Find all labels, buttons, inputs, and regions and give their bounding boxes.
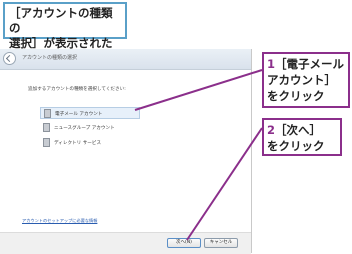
option-email-account[interactable]: 電子メール アカウント <box>40 107 140 119</box>
dialog-title: アカウントの種類の選択 <box>22 55 78 61</box>
directory-service-icon <box>43 138 50 147</box>
step-2-line-1: 2［次へ］ <box>267 122 337 138</box>
step-number: 1 <box>267 57 276 71</box>
back-arrow-icon[interactable] <box>3 52 16 65</box>
dialog-footer: 次へ(N) キャンセル <box>0 232 251 254</box>
option-newsgroup-account[interactable]: ニュースグループ アカウント <box>40 122 140 134</box>
option-label: 電子メール アカウント <box>55 112 103 117</box>
dialog-titlebar: アカウントの種類の選択 <box>0 49 251 70</box>
step-2-line-2: をクリック <box>267 139 325 153</box>
instruction-text: 追加するアカウントの種類を選択してください: <box>28 87 126 92</box>
option-label: ニュースグループ アカウント <box>54 126 115 131</box>
cancel-button[interactable]: キャンセル <box>204 238 238 248</box>
email-account-icon <box>44 109 51 118</box>
setup-info-link[interactable]: アカウントのセットアップに必要な情報 <box>22 218 97 224</box>
option-directory-service[interactable]: ディレクトリ サービス <box>40 137 140 149</box>
step-2-callout: 2［次へ］ をクリック <box>262 118 342 156</box>
step-1-line-1: 1［電子メール <box>267 56 345 72</box>
dialog-content: 追加するアカウントの種類を選択してください: 電子メール アカウント ニュースグ… <box>0 70 251 232</box>
newsgroup-account-icon <box>43 123 50 132</box>
account-type-dialog: アカウントの種類の選択 追加するアカウントの種類を選択してください: 電子メール… <box>0 49 252 254</box>
step-text: ［電子メール <box>275 57 345 71</box>
step-1-callout: 1［電子メール アカウント］ をクリック <box>262 52 350 108</box>
caption-line-1: ［アカウントの種類の <box>9 6 113 35</box>
step-1-line-3: をクリック <box>267 89 325 103</box>
next-button[interactable]: 次へ(N) <box>167 238 201 248</box>
screen-caption: ［アカウントの種類の 選択］が表示された <box>3 2 127 50</box>
option-label: ディレクトリ サービス <box>54 141 102 146</box>
step-1-line-2: アカウント］ <box>267 73 336 87</box>
step-number: 2 <box>267 123 276 137</box>
step-text: ［次へ］ <box>275 123 322 137</box>
